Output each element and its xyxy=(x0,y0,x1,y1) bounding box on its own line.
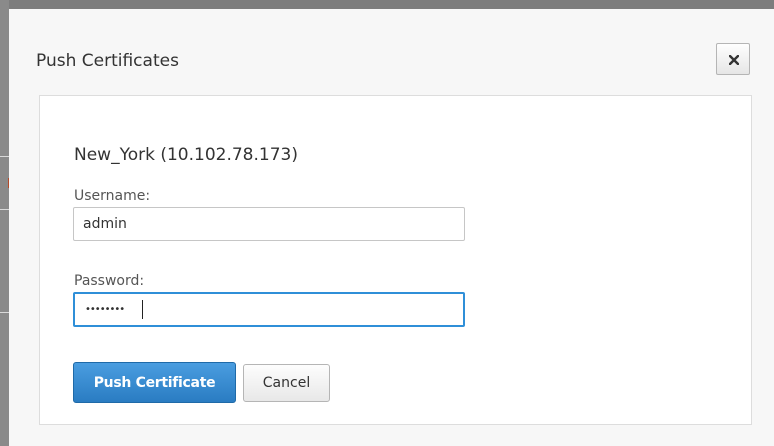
appliance-name: New_York (10.102.78.173) xyxy=(74,145,298,165)
password-field[interactable]: •••••••• xyxy=(73,292,465,327)
password-masked-value: •••••••• xyxy=(85,304,125,315)
close-icon xyxy=(729,55,739,65)
background-divider xyxy=(0,156,9,157)
username-field[interactable] xyxy=(73,207,465,241)
form-panel: New_York (10.102.78.173) Username: Passw… xyxy=(39,95,752,425)
push-certificate-button[interactable]: Push Certificate xyxy=(73,362,236,403)
push-certificates-dialog: Push Certificates New_York (10.102.78.17… xyxy=(9,9,774,446)
cancel-button[interactable]: Cancel xyxy=(243,364,330,402)
background-divider xyxy=(0,312,9,313)
overlay-top-strip xyxy=(0,0,774,9)
text-caret xyxy=(142,300,143,319)
overlay-left-strip xyxy=(0,0,9,446)
dialog-title: Push Certificates xyxy=(36,51,179,71)
close-button[interactable] xyxy=(716,43,750,75)
username-label: Username: xyxy=(74,188,151,204)
background-divider xyxy=(0,209,9,210)
password-label: Password: xyxy=(74,273,145,289)
